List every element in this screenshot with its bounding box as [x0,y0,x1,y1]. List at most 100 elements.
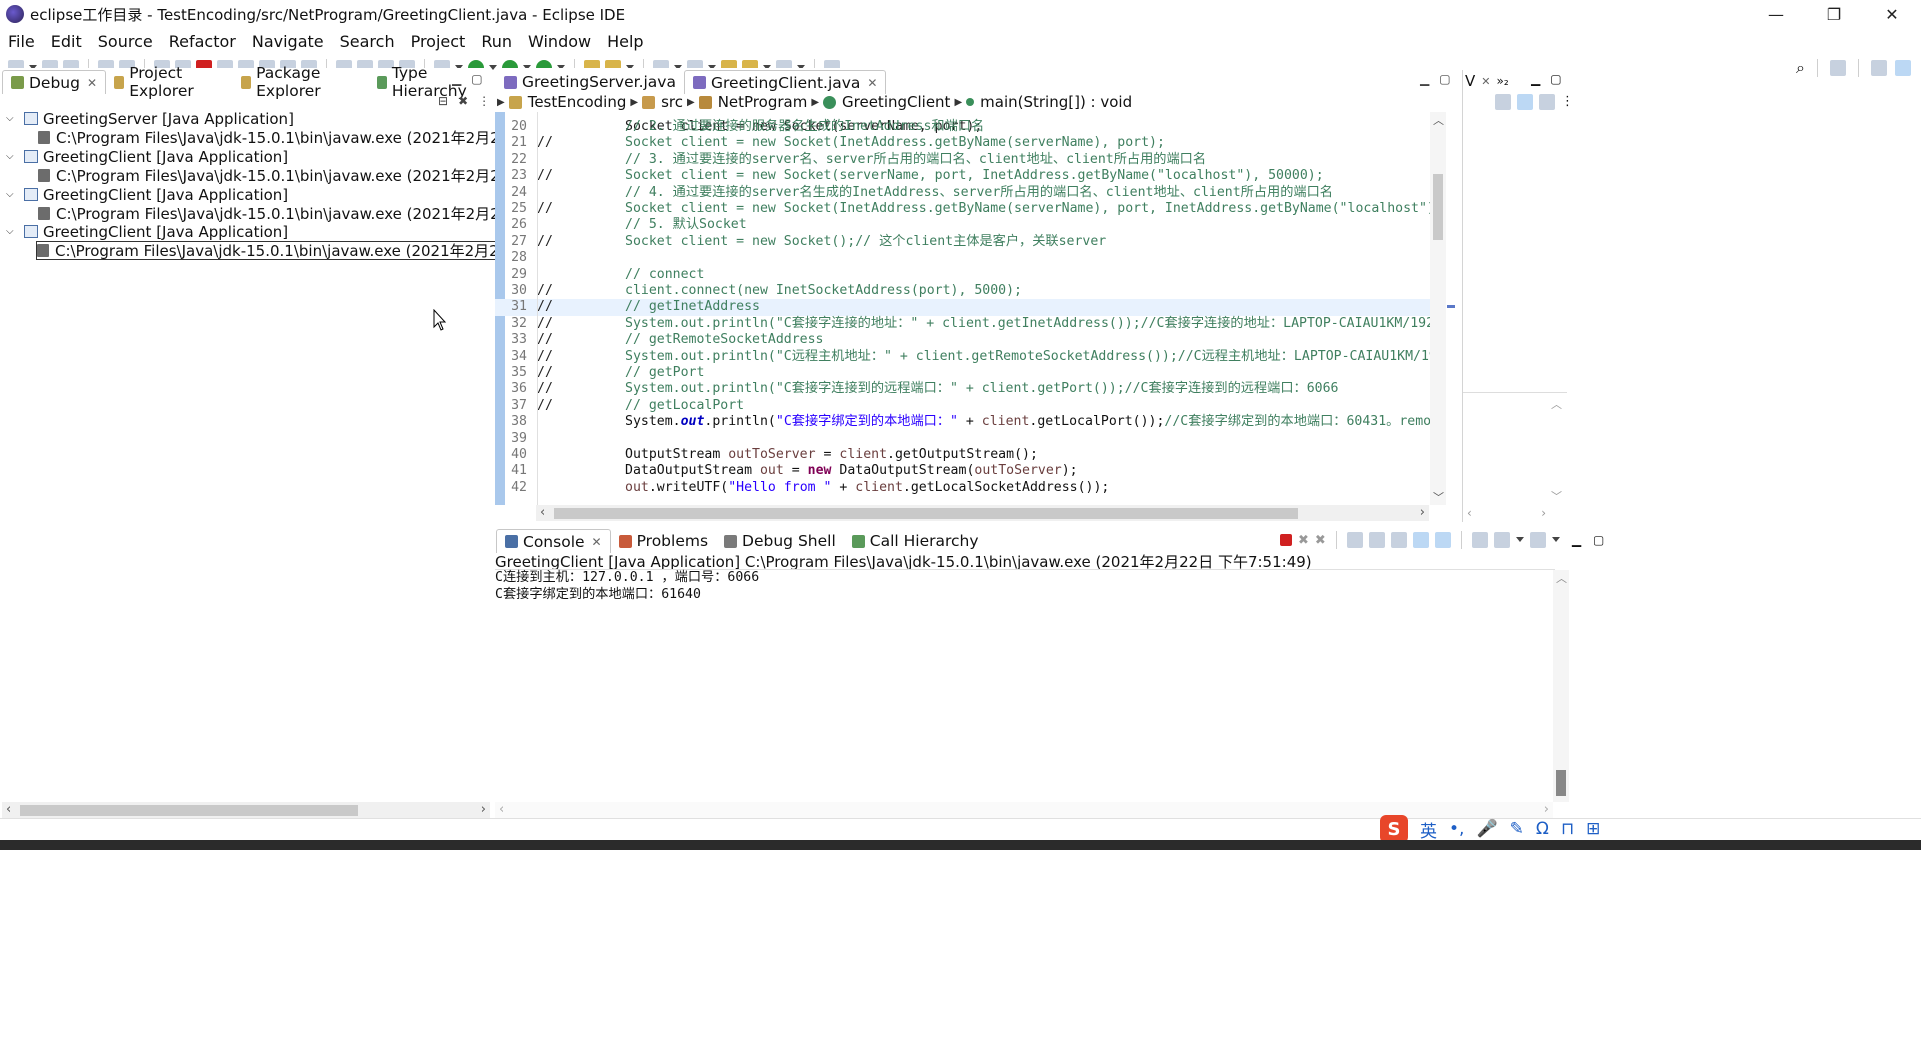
editor-hscrollbar[interactable]: ‹ › [536,505,1429,521]
scroll-left-icon[interactable]: ‹ [1467,506,1472,520]
chevron-down-icon[interactable]: ⌵ [6,189,18,200]
collapse-all-icon[interactable] [1539,94,1555,110]
menu-search[interactable]: Search [332,32,403,51]
search-icon[interactable]: ⌕ [1796,58,1805,78]
show-on-stdout-icon[interactable] [1412,532,1429,548]
maximize-view-icon[interactable]: ▢ [1593,533,1604,547]
tree-launch-item[interactable]: ⌵ GreetingClient [Java Application] [6,147,288,166]
minimize-view-icon[interactable]: ▁ [1531,72,1540,86]
show-on-stderr-icon[interactable] [1434,532,1451,548]
chevron-down-icon[interactable]: ⌵ [6,151,18,162]
tree-launch-item[interactable]: ⌵ GreetingServer [Java Application] [6,109,294,128]
ime-punctuation-toggle[interactable]: •, [1449,819,1464,839]
console-output[interactable]: C连接到主机：127.0.0.1 ，端口号：6066 C套接字绑定到的本地端口：… [495,570,1555,800]
sogou-logo[interactable]: S [1380,815,1408,843]
tab-greeting-client[interactable]: GreetingClient.java ✕ [683,70,887,94]
tree-launch-item[interactable]: ⌵ GreetingClient [Java Application] [6,185,288,204]
scroll-thumb[interactable] [554,508,1298,519]
scroll-down-icon[interactable]: ﹀ [1551,488,1562,504]
chevron-right-icon[interactable]: ▶ [630,97,638,108]
scroll-right-icon[interactable]: › [1420,505,1425,520]
scroll-up-icon[interactable]: ︿ [1556,570,1567,586]
editor-vscrollbar[interactable]: ︿ ﹀ [1430,112,1446,505]
tab-package-explorer[interactable]: Package Explorer [233,64,369,100]
breadcrumb-project[interactable]: TestEncoding [528,93,627,111]
handwriting-icon[interactable]: ✎ [1510,819,1524,839]
remove-all-terminated-icon[interactable]: ✖ [1315,533,1326,548]
open-console-icon[interactable] [1529,532,1546,548]
remove-terminated-icon[interactable]: ✖ [458,94,468,108]
maximize-view-icon[interactable]: ▢ [1439,72,1450,86]
clear-console-icon[interactable] [1346,532,1363,548]
minimize-view-icon[interactable]: ▁ [1572,533,1581,547]
breadcrumb-package[interactable]: NetProgram [718,93,808,111]
show-logical-structure-icon[interactable] [1517,94,1533,110]
chevron-down-icon[interactable] [1515,537,1524,543]
minimize-button[interactable]: — [1747,0,1805,28]
menu-window[interactable]: Window [520,32,599,51]
display-selected-console-icon[interactable] [1493,532,1510,548]
chevron-right-icon[interactable]: ▶ [497,97,505,108]
menu-project[interactable]: Project [403,32,474,51]
scroll-thumb[interactable] [20,805,358,816]
tab-debug[interactable]: Debug ✕ [2,70,107,94]
microphone-icon[interactable]: 🎤 [1476,819,1497,839]
menu-help[interactable]: Help [599,32,651,51]
menu-file[interactable]: File [0,32,43,51]
tab-greeting-server[interactable]: GreetingServer.java [496,70,684,94]
close-button[interactable]: ✕ [1863,0,1921,28]
close-icon[interactable]: ✕ [867,76,877,90]
debug-view-hscrollbar[interactable]: ‹ › [2,802,490,818]
collapse-all-icon[interactable]: ⊟ [438,94,448,108]
menu-edit[interactable]: Edit [43,32,90,51]
menu-refactor[interactable]: Refactor [161,32,244,51]
menu-navigate[interactable]: Navigate [244,32,332,51]
console-vscrollbar[interactable]: ︿ [1553,570,1569,802]
chevron-right-icon[interactable]: ▶ [687,97,695,108]
chevron-right-icon[interactable]: ▶ [954,97,962,108]
scroll-down-icon[interactable]: ﹀ [1433,489,1444,505]
chevron-down-icon[interactable]: ⌵ [6,113,18,124]
scroll-right-icon[interactable]: › [481,802,486,817]
more-tabs-button[interactable]: »₂ [1496,74,1508,88]
chevron-down-icon[interactable]: ⌵ [6,226,18,237]
show-type-names-icon[interactable] [1495,94,1511,110]
view-menu-icon[interactable]: ⋮ [478,94,490,108]
maximize-view-icon[interactable]: ▢ [1550,72,1561,86]
scroll-right-icon[interactable]: › [1541,506,1546,520]
toolbox-icon[interactable]: ⊓ [1561,819,1574,839]
close-icon[interactable]: ✕ [1481,75,1490,88]
tab-project-explorer[interactable]: Project Explorer [106,64,233,100]
debug-perspective-icon[interactable] [1895,60,1911,76]
tab-call-hierarchy[interactable]: Call Hierarchy [844,529,987,553]
breadcrumb-method[interactable]: main(String[]) : void [980,93,1132,111]
tree-launch-item[interactable]: ⌵ GreetingClient [Java Application] [6,222,288,241]
ime-language-toggle[interactable]: 英 [1420,817,1437,842]
breadcrumb-src[interactable]: src [661,93,683,111]
open-perspective-icon[interactable] [1830,60,1846,76]
restore-button[interactable]: ❐ [1805,0,1863,28]
minimize-view-icon[interactable]: ▁ [1420,72,1429,86]
pin-console-icon[interactable] [1471,532,1488,548]
tab-debug-shell[interactable]: Debug Shell [716,529,844,553]
scroll-up-icon[interactable]: ︿ [1433,112,1444,128]
scroll-left-icon[interactable]: ‹ [499,802,504,817]
scroll-thumb[interactable] [1556,770,1566,796]
scroll-up-icon[interactable]: ︿ [1551,396,1562,412]
view-menu-icon[interactable]: ⋮ [1561,94,1574,110]
breadcrumb-class[interactable]: GreetingClient [842,93,950,111]
close-icon[interactable]: ✕ [87,76,97,90]
remove-launch-icon[interactable]: ✖ [1298,533,1309,548]
terminate-icon[interactable] [1280,534,1292,546]
chevron-down-icon[interactable] [1551,537,1560,543]
variables-tab[interactable]: V ✕ »₂ [1465,72,1509,90]
maximize-view-icon[interactable]: ▢ [471,72,482,86]
overview-ruler-marker[interactable] [1447,305,1455,308]
close-icon[interactable]: ✕ [592,535,602,549]
tab-console[interactable]: Console ✕ [496,529,611,553]
code-editor[interactable]: Socket client = new Socket(serverName, p… [495,112,1445,505]
ime-menu-icon[interactable]: ⊞ [1586,819,1600,839]
menu-source[interactable]: Source [90,32,161,51]
menu-run[interactable]: Run [473,32,520,51]
symbols-icon[interactable]: Ω [1536,819,1549,839]
